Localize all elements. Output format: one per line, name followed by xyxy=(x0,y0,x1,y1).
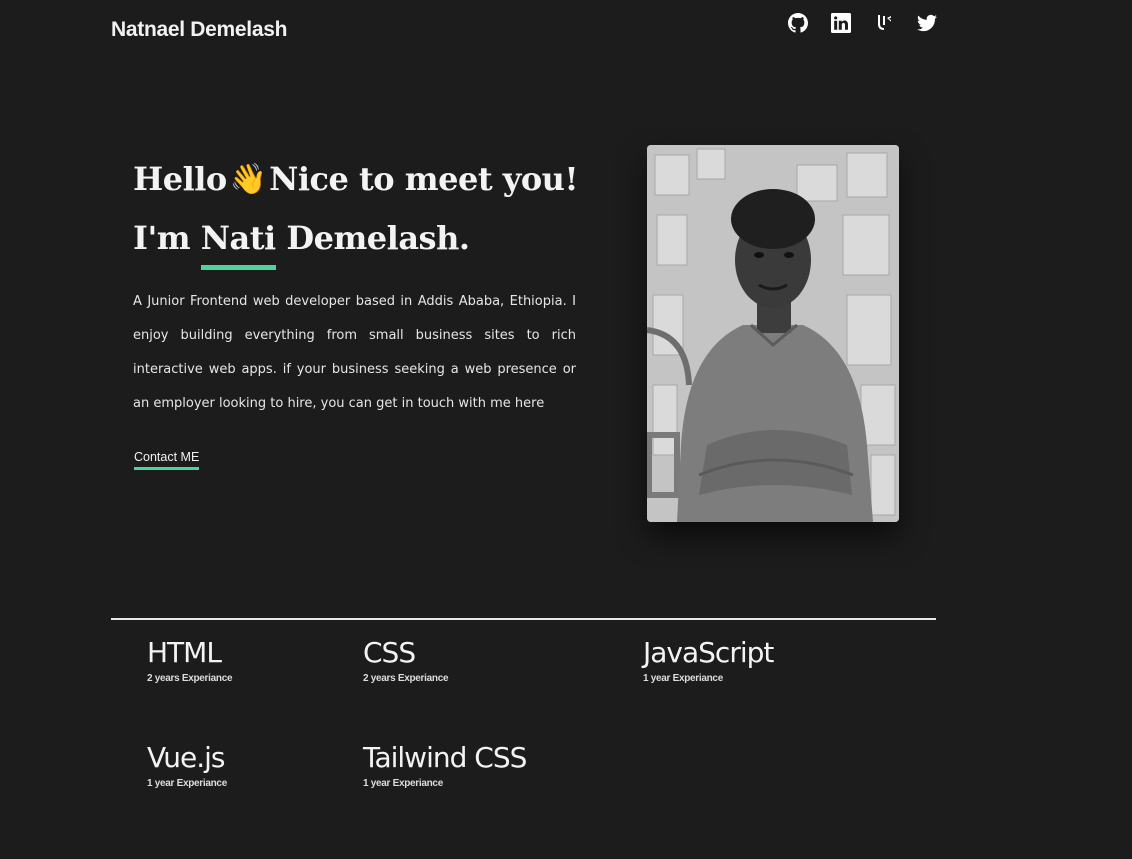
skill-vuejs: Vue.js 1 year Experiance xyxy=(147,741,227,790)
waving-hand-icon: 👋 xyxy=(229,162,267,197)
skill-experience: 1 year Experiance xyxy=(643,673,723,684)
site-brand[interactable]: Natnael Demelash xyxy=(111,18,287,42)
twitter-icon xyxy=(917,14,937,32)
skill-name: Tailwind CSS xyxy=(363,741,527,774)
intro-paragraph: A Junior Frontend web developer based in… xyxy=(133,294,576,411)
section-divider xyxy=(111,618,936,620)
github-icon xyxy=(788,13,808,33)
hero-heading: Hello 👋 Nice to meet you! I'm Nati Demel… xyxy=(133,150,578,270)
skill-experience: 2 years Experiance xyxy=(363,673,449,684)
linkedin-link[interactable] xyxy=(829,12,853,34)
hero-greeting-line: Hello 👋 Nice to meet you! xyxy=(133,150,578,209)
skill-javascript: JavaScript 1 year Experiance xyxy=(643,636,774,685)
profile-photo xyxy=(647,145,899,522)
skill-name: Vue.js xyxy=(147,741,225,774)
social-links xyxy=(786,12,939,34)
skill-experience: 2 years Experiance xyxy=(147,673,233,684)
page: Natnael Demelash Hello 👋 Nice to meet yo… xyxy=(0,0,1132,859)
last-name-text: Demelash. xyxy=(286,219,470,257)
skill-name: CSS xyxy=(363,636,416,669)
linkedin-icon xyxy=(831,13,851,33)
im-text: I'm xyxy=(133,219,191,257)
skill-experience: 1 year Experiance xyxy=(147,778,227,789)
hello-text: Hello xyxy=(133,160,227,198)
skill-html: HTML 2 years Experiance xyxy=(147,636,233,685)
skill-experience: 1 year Experiance xyxy=(363,778,443,789)
first-name-highlight: Nati xyxy=(200,209,276,270)
skill-name: HTML xyxy=(147,636,222,669)
codepen-icon xyxy=(878,15,891,30)
hero-name-line: I'm Nati Demelash. xyxy=(133,209,578,270)
skill-css: CSS 2 years Experiance xyxy=(363,636,449,685)
skill-name: JavaScript xyxy=(643,636,774,669)
twitter-link[interactable] xyxy=(915,12,939,34)
codepen-link[interactable] xyxy=(872,12,896,34)
greeting-rest-text: Nice to meet you! xyxy=(269,160,578,198)
contact-me-button[interactable]: Contact ME xyxy=(134,450,200,470)
github-link[interactable] xyxy=(786,12,810,34)
skill-tailwind-css: Tailwind CSS 1 year Experiance xyxy=(363,741,527,790)
